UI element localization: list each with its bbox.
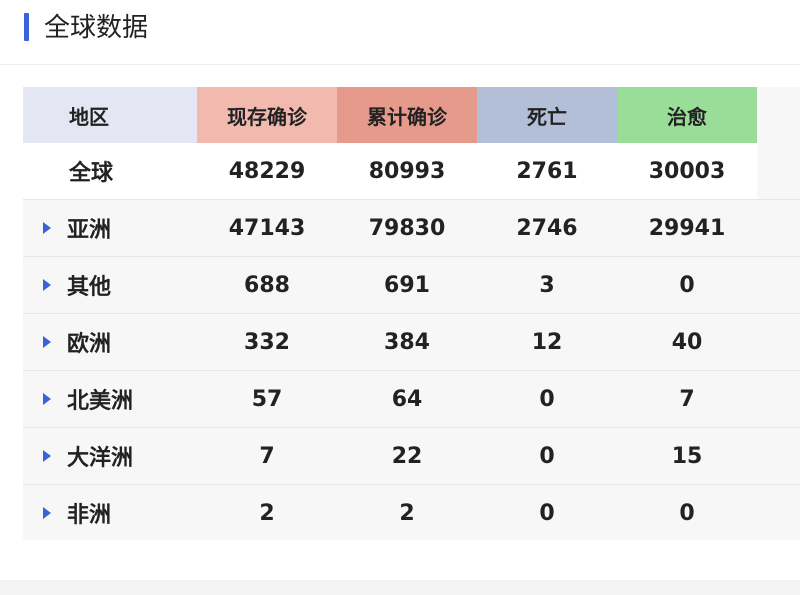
value-cured: 30003 — [617, 143, 757, 199]
row-region-name: 欧洲 — [67, 332, 112, 357]
value-current-confirmed: 7 — [259, 443, 275, 469]
region-expand-toggle[interactable]: 非洲 — [23, 485, 197, 541]
value-total-confirmed: 80993 — [337, 143, 477, 199]
region-expand-toggle[interactable]: 大洋洲 — [23, 428, 197, 484]
table-row[interactable]: 其他 688 691 3 0 — [23, 256, 800, 312]
header-region[interactable]: 地区 — [23, 87, 197, 143]
row-region-name: 亚洲 — [67, 218, 112, 243]
value-current-confirmed: 688 — [244, 272, 290, 298]
value-total-confirmed: 2 — [399, 500, 415, 526]
region-expand-toggle[interactable]: 其他 — [23, 257, 197, 313]
value-current-confirmed: 332 — [244, 329, 290, 355]
value-deaths: 2746 — [516, 215, 578, 241]
region-expand-toggle[interactable]: 亚洲 — [23, 200, 197, 256]
header-cured[interactable]: 治愈 — [617, 87, 757, 143]
value-cured: 29941 — [648, 215, 726, 241]
value-cured: 0 — [679, 500, 695, 526]
value-deaths: 0 — [539, 500, 555, 526]
value-current-confirmed: 48229 — [197, 143, 337, 199]
row-region-name: 全球 — [23, 143, 197, 199]
value-current-confirmed: 47143 — [228, 215, 306, 241]
row-region-name: 非洲 — [67, 503, 112, 528]
caret-right-icon[interactable] — [43, 393, 51, 405]
value-current-confirmed: 57 — [251, 386, 283, 412]
header-deaths[interactable]: 死亡 — [477, 87, 617, 143]
caret-right-icon[interactable] — [43, 222, 51, 234]
value-current-confirmed: 2 — [259, 500, 275, 526]
header-total-confirmed[interactable]: 累计确诊 — [337, 87, 477, 143]
value-cured: 15 — [671, 443, 703, 469]
value-deaths: 2761 — [477, 143, 617, 199]
table-row[interactable]: 北美洲 57 64 0 7 — [23, 370, 800, 426]
page: 全球数据 地区 现存确诊 累计确诊 死亡 治愈 全球 48229 80993 2… — [0, 0, 800, 595]
caret-right-icon[interactable] — [43, 279, 51, 291]
value-deaths: 3 — [539, 272, 555, 298]
value-total-confirmed: 691 — [384, 272, 430, 298]
title-accent-bar — [24, 13, 29, 41]
header-current-confirmed[interactable]: 现存确诊 — [197, 87, 337, 143]
section-header: 全球数据 — [0, 0, 800, 65]
row-region-name: 其他 — [67, 275, 112, 300]
table-row[interactable]: 欧洲 332 384 12 40 — [23, 313, 800, 369]
value-total-confirmed: 64 — [391, 386, 423, 412]
caret-right-icon[interactable] — [43, 336, 51, 348]
value-total-confirmed: 79830 — [368, 215, 446, 241]
table-row[interactable]: 亚洲 47143 79830 2746 29941 — [23, 199, 800, 255]
table-row[interactable]: 非洲 2 2 0 0 — [23, 484, 800, 540]
caret-right-icon[interactable] — [43, 507, 51, 519]
value-deaths: 12 — [531, 329, 563, 355]
global-total-row: 全球 48229 80993 2761 30003 — [23, 143, 800, 199]
value-cured: 0 — [679, 272, 695, 298]
caret-right-icon[interactable] — [43, 450, 51, 462]
value-deaths: 0 — [539, 386, 555, 412]
region-expand-toggle[interactable]: 欧洲 — [23, 314, 197, 370]
value-deaths: 0 — [539, 443, 555, 469]
table-row[interactable]: 大洋洲 7 22 0 15 — [23, 427, 800, 483]
value-total-confirmed: 384 — [384, 329, 430, 355]
value-total-confirmed: 22 — [391, 443, 423, 469]
row-region-name: 大洋洲 — [67, 446, 134, 471]
row-region-name: 北美洲 — [67, 389, 134, 414]
bottom-divider — [0, 580, 800, 595]
value-cured: 7 — [679, 386, 695, 412]
value-cured: 40 — [671, 329, 703, 355]
region-expand-toggle[interactable]: 北美洲 — [23, 371, 197, 427]
table-header-row: 地区 现存确诊 累计确诊 死亡 治愈 — [23, 87, 800, 143]
page-title: 全球数据 — [44, 13, 149, 43]
